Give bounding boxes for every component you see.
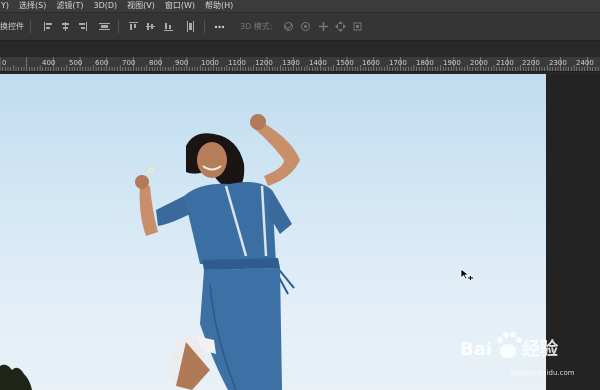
ruler-label: 400 <box>42 59 56 67</box>
menu-item-filter[interactable]: 滤镜(T) <box>51 0 88 12</box>
ruler-label: 1400 <box>309 59 327 67</box>
baidu-jingyan-watermark: Bai 经验 <box>460 325 570 373</box>
ruler-label: 800 <box>149 59 163 67</box>
align-left-icon[interactable] <box>43 21 54 32</box>
menu-item-3d[interactable]: 3D(D) <box>88 0 122 12</box>
ruler-label: 600 <box>95 59 109 67</box>
menu-bar: Y) 选择(S) 滤镜(T) 3D(D) 视图(V) 窗口(W) 帮助(H) <box>0 0 600 13</box>
more-icon[interactable] <box>214 21 225 32</box>
ruler-label: 1500 <box>336 59 354 67</box>
ruler-label: 1300 <box>282 59 300 67</box>
align-vcenter-icon[interactable] <box>145 21 156 32</box>
ruler-label: 1000 <box>201 59 219 67</box>
ruler-label: 1600 <box>362 59 380 67</box>
ruler-label: 0 <box>2 59 7 67</box>
separator <box>204 20 205 33</box>
menu-item-help[interactable]: 帮助(H) <box>200 0 238 12</box>
distribute-v-icon[interactable] <box>185 21 196 32</box>
align-bottom-icon[interactable] <box>163 21 174 32</box>
menu-item-layer[interactable]: Y) <box>0 0 14 12</box>
move-cursor-icon <box>460 267 474 286</box>
mode-3d-label: 3D 模式: <box>240 22 273 31</box>
watermark-url: jingyan.baidu.com <box>510 369 575 377</box>
ruler-label: 2400 <box>576 59 594 67</box>
options-bar: 换控件 3D 模式: <box>0 13 600 41</box>
slide-3d-icon[interactable] <box>335 21 346 32</box>
menu-item-view[interactable]: 视图(V) <box>122 0 160 12</box>
paw-logo-icon <box>497 332 522 358</box>
watermark-jingyan: 经验 <box>522 338 559 360</box>
ruler-label: 700 <box>122 59 136 67</box>
ruler-label: 2000 <box>470 59 488 67</box>
separator <box>118 20 119 33</box>
distribute-icon[interactable] <box>99 21 110 32</box>
ruler-label: 2200 <box>522 59 540 67</box>
ruler-label: 1200 <box>255 59 273 67</box>
pan-3d-icon[interactable] <box>318 21 329 32</box>
ruler-label: 1900 <box>443 59 461 67</box>
ruler-label: 2100 <box>496 59 514 67</box>
transform-controls-label[interactable]: 换控件 <box>0 21 24 32</box>
scale-3d-icon[interactable] <box>352 21 363 32</box>
menu-item-select[interactable]: 选择(S) <box>14 0 51 12</box>
ruler-label: 1100 <box>228 59 246 67</box>
menu-item-window[interactable]: 窗口(W) <box>160 0 200 12</box>
ruler-label: 2300 <box>549 59 567 67</box>
rotate-3d-icon[interactable] <box>283 21 294 32</box>
align-hcenter-icon[interactable] <box>60 21 71 32</box>
watermark-brand: Bai <box>460 339 492 360</box>
ruler-label: 1800 <box>416 59 434 67</box>
roll-3d-icon[interactable] <box>300 21 311 32</box>
ruler-label: 500 <box>69 59 83 67</box>
horizontal-ruler[interactable]: 0 400 500 600 700 800 900 1000 1100 1200… <box>0 57 600 72</box>
ruler-label: 1700 <box>389 59 407 67</box>
ruler-label: 900 <box>175 59 189 67</box>
align-top-icon[interactable] <box>128 21 139 32</box>
separator <box>30 20 31 33</box>
align-right-icon[interactable] <box>77 21 88 32</box>
